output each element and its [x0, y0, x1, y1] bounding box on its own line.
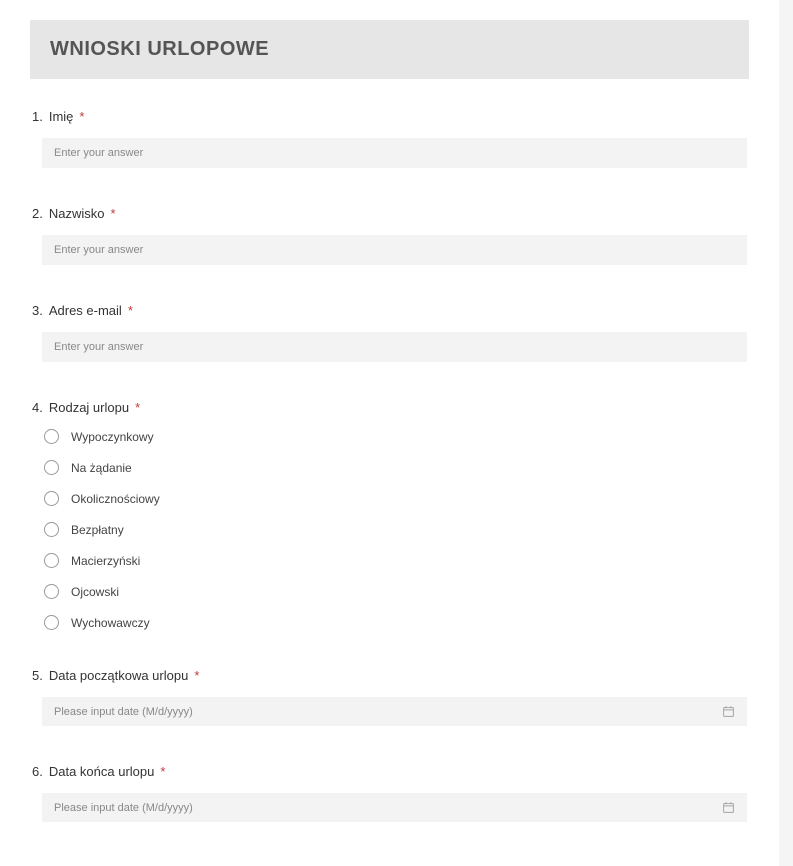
radio-icon: [44, 460, 59, 475]
question-1-number: 1.: [32, 109, 43, 124]
question-2-label: 2. Nazwisko *: [32, 206, 747, 221]
question-4: 4. Rodzaj urlopu * Wypoczynkowy Na żądan…: [30, 400, 749, 630]
start-date-input[interactable]: Please input date (M/d/yyyy): [42, 697, 747, 726]
radio-icon: [44, 553, 59, 568]
radio-icon: [44, 615, 59, 630]
option-wychowawczy[interactable]: Wychowawczy: [44, 615, 747, 630]
question-6-text: Data końca urlopu: [49, 764, 155, 779]
option-label: Na żądanie: [71, 461, 132, 475]
required-mark: *: [160, 764, 165, 779]
required-mark: *: [135, 400, 140, 415]
option-label: Okolicznościowy: [71, 492, 160, 506]
option-label: Wypoczynkowy: [71, 430, 154, 444]
option-label: Ojcowski: [71, 585, 119, 599]
question-5: 5. Data początkowa urlopu * Please input…: [30, 668, 749, 726]
first-name-input[interactable]: [42, 138, 747, 168]
date-placeholder: Please input date (M/d/yyyy): [54, 706, 193, 718]
calendar-icon: [722, 801, 735, 814]
question-3: 3. Adres e-mail *: [30, 303, 749, 362]
question-2-text: Nazwisko: [49, 206, 105, 221]
question-1: 1. Imię *: [30, 109, 749, 168]
question-6-label: 6. Data końca urlopu *: [32, 764, 747, 779]
question-2-number: 2.: [32, 206, 43, 221]
required-mark: *: [79, 109, 84, 124]
form-title: WNIOSKI URLOPOWE: [50, 38, 729, 61]
question-5-label: 5. Data początkowa urlopu *: [32, 668, 747, 683]
date-placeholder: Please input date (M/d/yyyy): [54, 802, 193, 814]
question-4-label: 4. Rodzaj urlopu *: [32, 400, 747, 415]
option-na-zadanie[interactable]: Na żądanie: [44, 460, 747, 475]
calendar-icon: [722, 705, 735, 718]
radio-icon: [44, 584, 59, 599]
radio-icon: [44, 522, 59, 537]
question-5-number: 5.: [32, 668, 43, 683]
option-label: Wychowawczy: [71, 616, 150, 630]
email-input[interactable]: [42, 332, 747, 362]
last-name-input[interactable]: [42, 235, 747, 265]
question-4-number: 4.: [32, 400, 43, 415]
form-header: WNIOSKI URLOPOWE: [30, 20, 749, 79]
question-3-number: 3.: [32, 303, 43, 318]
option-label: Macierzyński: [71, 554, 140, 568]
option-label: Bezpłatny: [71, 523, 124, 537]
question-3-text: Adres e-mail: [49, 303, 122, 318]
question-2: 2. Nazwisko *: [30, 206, 749, 265]
required-mark: *: [128, 303, 133, 318]
required-mark: *: [110, 206, 115, 221]
option-macierzynski[interactable]: Macierzyński: [44, 553, 747, 568]
radio-icon: [44, 491, 59, 506]
question-1-text: Imię: [49, 109, 74, 124]
required-mark: *: [194, 668, 199, 683]
option-okolicznosciowy[interactable]: Okolicznościowy: [44, 491, 747, 506]
form-page: WNIOSKI URLOPOWE 1. Imię * 2. Nazwisko *…: [0, 0, 793, 866]
form-scroll: WNIOSKI URLOPOWE 1. Imię * 2. Nazwisko *…: [30, 20, 749, 846]
question-1-label: 1. Imię *: [32, 109, 747, 124]
question-5-text: Data początkowa urlopu: [49, 668, 188, 683]
option-wypoczynkowy[interactable]: Wypoczynkowy: [44, 429, 747, 444]
question-4-text: Rodzaj urlopu: [49, 400, 129, 415]
option-bezplatny[interactable]: Bezpłatny: [44, 522, 747, 537]
question-6: 6. Data końca urlopu * Please input date…: [30, 764, 749, 822]
question-6-number: 6.: [32, 764, 43, 779]
option-ojcowski[interactable]: Ojcowski: [44, 584, 747, 599]
end-date-input[interactable]: Please input date (M/d/yyyy): [42, 793, 747, 822]
leave-type-options: Wypoczynkowy Na żądanie Okolicznościowy …: [32, 429, 747, 630]
question-3-label: 3. Adres e-mail *: [32, 303, 747, 318]
radio-icon: [44, 429, 59, 444]
